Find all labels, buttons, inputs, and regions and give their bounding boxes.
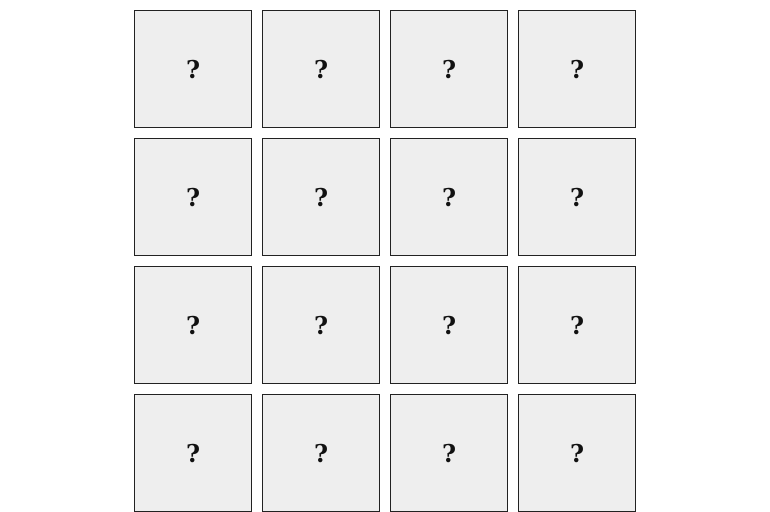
card-face: ?	[569, 438, 585, 468]
card-face: ?	[313, 438, 329, 468]
card-face: ?	[185, 182, 201, 212]
card-6[interactable]: ?	[262, 138, 380, 256]
card-face: ?	[441, 182, 457, 212]
card-2[interactable]: ?	[262, 10, 380, 128]
card-face: ?	[569, 310, 585, 340]
card-face: ?	[569, 182, 585, 212]
card-face: ?	[185, 438, 201, 468]
card-3[interactable]: ?	[390, 10, 508, 128]
card-13[interactable]: ?	[134, 394, 252, 512]
card-face: ?	[185, 54, 201, 84]
card-face: ?	[313, 310, 329, 340]
card-face: ?	[441, 438, 457, 468]
card-8[interactable]: ?	[518, 138, 636, 256]
card-14[interactable]: ?	[262, 394, 380, 512]
card-5[interactable]: ?	[134, 138, 252, 256]
card-16[interactable]: ?	[518, 394, 636, 512]
card-face: ?	[441, 54, 457, 84]
card-9[interactable]: ?	[134, 266, 252, 384]
card-4[interactable]: ?	[518, 10, 636, 128]
card-12[interactable]: ?	[518, 266, 636, 384]
card-face: ?	[569, 54, 585, 84]
card-11[interactable]: ?	[390, 266, 508, 384]
card-face: ?	[185, 310, 201, 340]
card-10[interactable]: ?	[262, 266, 380, 384]
memory-card-grid: ? ? ? ? ? ? ? ? ? ? ? ? ? ? ? ?	[134, 10, 636, 512]
card-face: ?	[441, 310, 457, 340]
card-7[interactable]: ?	[390, 138, 508, 256]
card-15[interactable]: ?	[390, 394, 508, 512]
card-1[interactable]: ?	[134, 10, 252, 128]
card-face: ?	[313, 54, 329, 84]
card-face: ?	[313, 182, 329, 212]
